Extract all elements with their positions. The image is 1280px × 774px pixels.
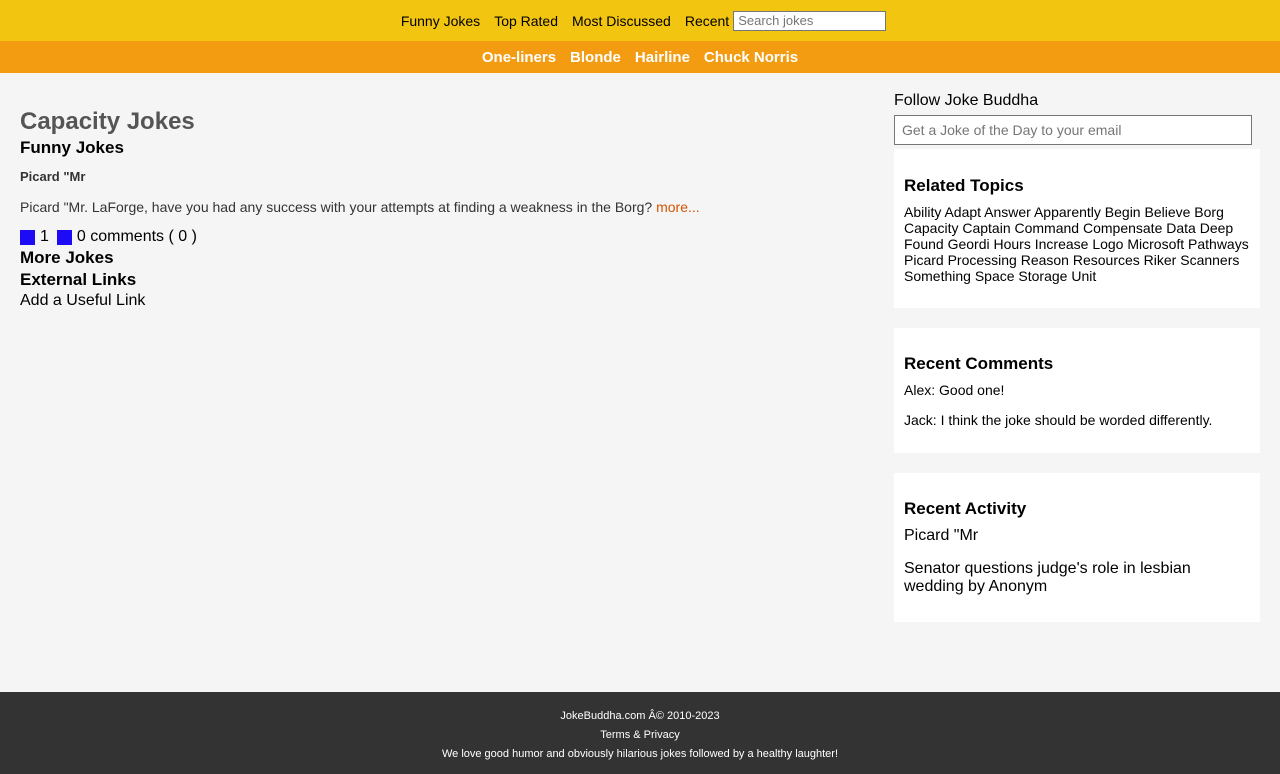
- related-topics-title: Related Topics: [904, 176, 1024, 195]
- recent-comments-box: Recent Comments Alex: Good one! Jack: I …: [894, 328, 1260, 453]
- recent-comments-title: Recent Comments: [904, 354, 1054, 373]
- funny-jokes-heading: Funny Jokes: [20, 138, 124, 157]
- vote-count: 1: [40, 228, 49, 245]
- more-jokes-heading: More Jokes: [20, 248, 114, 267]
- follow-label: Follow Joke Buddha: [894, 92, 1039, 109]
- related-topics-list[interactable]: Ability Adapt Answer Apparently Begin Be…: [904, 204, 1250, 284]
- footer-tagline: We love good humor and obviously hilario…: [441, 748, 839, 760]
- category-chuck-norris[interactable]: Chuck Norris: [704, 49, 798, 66]
- main-content: Capacity Jokes Funny Jokes Picard "Mr Pi…: [20, 73, 860, 311]
- comment-icon[interactable]: [56, 229, 72, 245]
- nav-top-rated[interactable]: Top Rated: [494, 13, 558, 29]
- joke-body: Picard "Mr. LaForge, have you had any su…: [20, 199, 653, 215]
- comments-count[interactable]: 0 comments ( 0 ): [77, 227, 197, 247]
- page-title: Capacity Jokes: [20, 108, 195, 135]
- nav-funny-jokes[interactable]: Funny Jokes: [401, 13, 480, 29]
- footer: JokeBuddha.com Â© 2010-2023 Terms & Priv…: [0, 692, 1280, 774]
- joke-votes: 1 0 comments ( 0 ): [20, 227, 860, 247]
- email-subscribe-input[interactable]: [894, 115, 1252, 145]
- add-link[interactable]: Add a Useful Link: [20, 291, 860, 311]
- external-links-heading: External Links: [20, 270, 137, 289]
- category-one-liners[interactable]: One-liners: [482, 49, 556, 66]
- footer-copyright: JokeBuddha.com Â© 2010-2023: [560, 710, 720, 722]
- comment-item: Jack: I think the joke should be worded …: [904, 412, 1213, 428]
- search-input[interactable]: [733, 10, 887, 31]
- activity-item[interactable]: Picard "Mr: [904, 527, 1250, 545]
- category-blonde[interactable]: Blonde: [570, 49, 621, 66]
- recent-activity-box: Recent Activity Picard "Mr Senator quest…: [894, 473, 1260, 622]
- footer-terms-link[interactable]: Terms & Privacy: [0, 726, 1280, 745]
- nav-recent[interactable]: Recent: [685, 13, 729, 29]
- more-link[interactable]: more...: [656, 199, 700, 215]
- comment-item: Alex: Good one!: [904, 382, 1005, 398]
- activity-item[interactable]: Senator questions judge's role in lesbia…: [904, 560, 1250, 596]
- top-navigation: Funny Jokes Top Rated Most Discussed Rec…: [0, 0, 1280, 41]
- nav-most-discussed[interactable]: Most Discussed: [572, 13, 671, 29]
- upvote-icon[interactable]: [20, 229, 35, 245]
- category-hairline[interactable]: Hairline: [635, 49, 690, 66]
- recent-activity-title: Recent Activity: [904, 499, 1027, 518]
- category-navigation: One-liners Blonde Hairline Chuck Norris: [0, 41, 1280, 73]
- sidebar: Follow Joke Buddha Related Topics Abilit…: [894, 73, 1260, 622]
- related-topics-box: Related Topics Ability Adapt Answer Appa…: [894, 149, 1260, 308]
- joke-text: Picard "Mr. LaForge, have you had any su…: [20, 198, 860, 216]
- joke-title: Picard "Mr: [20, 169, 86, 184]
